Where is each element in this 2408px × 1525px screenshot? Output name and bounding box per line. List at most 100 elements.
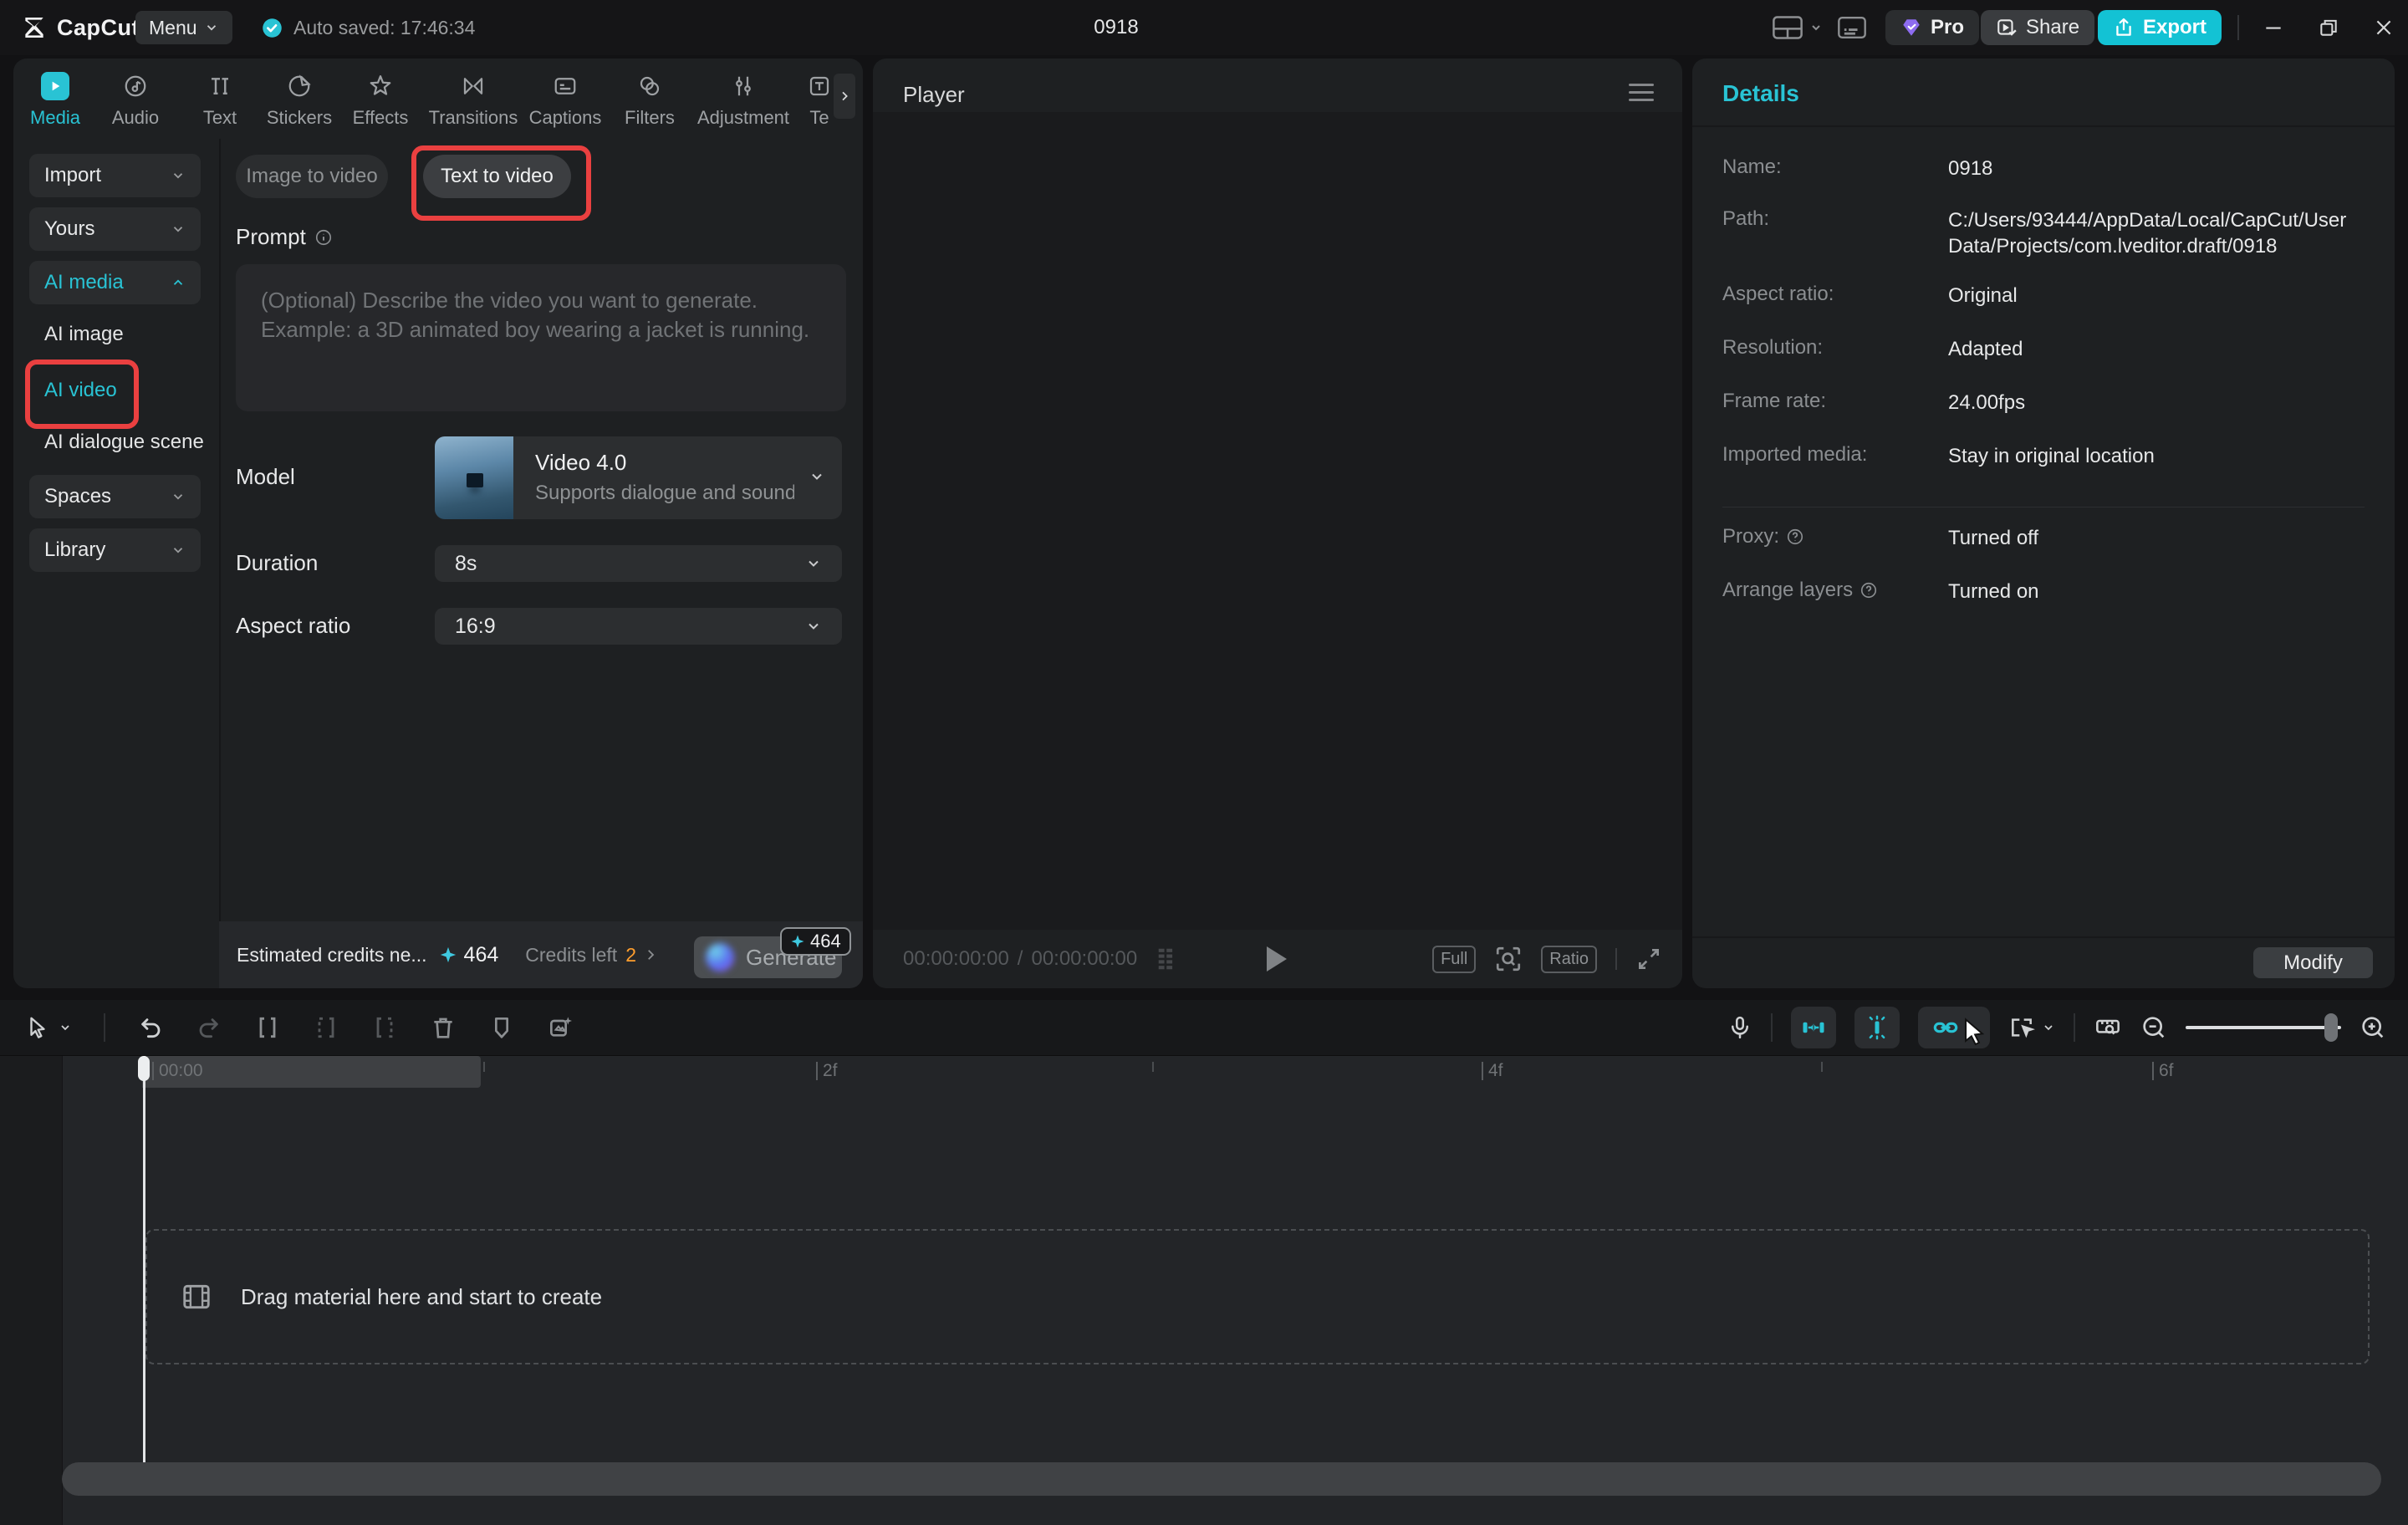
details-header-divider (1692, 125, 2395, 127)
zoom-in-icon[interactable] (2360, 1014, 2386, 1041)
timeline-horizontal-scrollbar[interactable] (62, 1462, 2381, 1496)
stickers-icon (287, 72, 312, 100)
tab-filters[interactable]: Filters (599, 72, 700, 129)
autosave-text: Auto saved: 17:46:34 (293, 17, 475, 39)
captions-icon (553, 72, 578, 100)
modify-button[interactable]: Modify (2253, 947, 2373, 978)
frame-preview-icon[interactable] (1155, 946, 1183, 972)
microphone-icon[interactable] (1727, 1013, 1752, 1042)
preview-zoom-icon[interactable] (1494, 945, 1523, 973)
prompt-input[interactable] (236, 264, 846, 411)
pro-gem-icon (1900, 17, 1922, 38)
aspect-ratio-value: 16:9 (455, 615, 496, 639)
credits-left-label[interactable]: Credits left (525, 944, 617, 967)
fullscreen-icon[interactable] (1635, 946, 1662, 972)
fit-timeline-icon[interactable] (2094, 1014, 2122, 1041)
tab-transitions[interactable]: Transitions (423, 72, 523, 129)
delete-right-icon[interactable] (371, 1014, 398, 1041)
overlay-ai-icon[interactable] (547, 1014, 574, 1041)
mouse-cursor (1960, 1017, 1988, 1048)
menu-button[interactable]: Menu (135, 11, 232, 44)
audio-icon (123, 72, 148, 100)
sidebar-item-library[interactable]: Library (29, 528, 201, 572)
title-bar: CapCut Menu Auto saved: 17:46:34 0918 (0, 0, 2408, 55)
select-cursor-icon[interactable] (25, 1014, 72, 1041)
model-select[interactable]: Video 4.0 Supports dialogue and sound ..… (435, 436, 842, 519)
ratio-button[interactable]: Ratio (1541, 946, 1597, 973)
help-icon[interactable] (1860, 581, 1878, 599)
chevron-right-icon[interactable] (643, 947, 658, 962)
restore-button[interactable] (2314, 0, 2343, 55)
detail-row-path: Path: C:/Users/93444/AppData/Local/CapCu… (1722, 207, 2373, 259)
minimize-button[interactable] (2259, 0, 2288, 55)
timecode-total: 00:00:00:00 (1031, 947, 1137, 971)
play-button[interactable] (1267, 946, 1287, 972)
text-icon (207, 72, 232, 100)
aspect-ratio-select[interactable]: 16:9 (435, 608, 842, 645)
zoom-out-icon[interactable] (2140, 1014, 2167, 1041)
prompt-label: Prompt (236, 224, 306, 250)
delete-icon[interactable] (430, 1014, 457, 1041)
share-icon (1996, 17, 2018, 38)
project-title: 0918 (1037, 0, 1196, 55)
mode-tab-image-to-video[interactable]: Image to video (236, 155, 388, 198)
share-button[interactable]: Share (1981, 10, 2094, 45)
annotation-box-ai-video (25, 360, 139, 429)
timeline-zoom-slider[interactable] (2186, 1013, 2341, 1042)
autosave-status: Auto saved: 17:46:34 (261, 0, 475, 55)
library-tab-strip: Media Audio Text Stickers (13, 59, 833, 145)
cursor-mode-icon[interactable] (2008, 1014, 2055, 1041)
layout-switch-icon[interactable] (1773, 0, 1803, 55)
layout-chevron-icon[interactable] (1809, 0, 1823, 55)
pro-button-wrap: Pro (1885, 0, 1979, 55)
sidebar-item-import[interactable]: Import (29, 154, 201, 197)
toolbar-divider (2074, 1013, 2075, 1042)
autosave-check-icon (261, 17, 283, 39)
delete-left-icon[interactable] (313, 1014, 339, 1041)
preview-axis-toggle-icon[interactable] (1854, 1007, 1900, 1048)
timeline-dropzone[interactable]: Drag material here and start to create (145, 1229, 2370, 1364)
toolbar-left-group (25, 1000, 574, 1055)
panel-toggle-icon[interactable] (1838, 0, 1866, 55)
app-name: CapCut (57, 15, 140, 41)
chevron-down-icon (809, 468, 825, 485)
undo-icon[interactable] (137, 1014, 164, 1041)
duration-select[interactable]: 8s (435, 545, 842, 582)
tab-templates-clipped[interactable]: Te (769, 72, 833, 129)
details-title: Details (1722, 80, 1799, 107)
sidebar-content-divider (219, 139, 221, 921)
tab-overflow-button[interactable] (834, 74, 855, 119)
tab-effects[interactable]: Effects (330, 72, 431, 129)
player-title: Player (903, 82, 965, 108)
help-icon[interactable] (1786, 528, 1804, 546)
chevron-down-icon (805, 555, 822, 572)
ruler-mark: 00:00 (152, 1062, 203, 1080)
ruler-mark: 6f (2152, 1062, 2174, 1080)
close-button[interactable] (2370, 0, 2398, 55)
pro-button[interactable]: Pro (1885, 10, 1979, 45)
zoom-slider-handle[interactable] (2324, 1013, 2338, 1042)
snap-toggle-icon[interactable] (1791, 1007, 1836, 1048)
playhead-handle[interactable] (138, 1056, 150, 1081)
timeline-toolbar (0, 1000, 2408, 1055)
redo-icon[interactable] (196, 1014, 222, 1041)
full-quality-button[interactable]: Full (1432, 946, 1476, 973)
timeline-area[interactable]: 00:00 2f 4f 6f Drag material here and st… (0, 1055, 2408, 1525)
player-menu-icon[interactable] (1629, 84, 1654, 101)
sidebar-item-yours[interactable]: Yours (29, 207, 201, 251)
ruler-tick (1152, 1062, 1154, 1072)
split-icon[interactable] (254, 1014, 281, 1041)
sidebar-item-ai-image[interactable]: AI image (44, 316, 124, 353)
sidebar-item-ai-media[interactable]: AI media (29, 261, 201, 304)
mask-icon[interactable] (488, 1014, 515, 1041)
playhead-line[interactable] (143, 1056, 145, 1462)
sidebar-item-ai-dialogue-scene[interactable]: AI dialogue scene (44, 424, 204, 461)
ruler-mark: 2f (816, 1062, 838, 1080)
credits-left-value[interactable]: 2 (625, 944, 636, 967)
track-header-gutter (0, 1056, 63, 1525)
sidebar-item-spaces[interactable]: Spaces (29, 475, 201, 518)
model-description: Supports dialogue and sound ... (535, 482, 794, 505)
export-button[interactable]: Export (2098, 10, 2222, 45)
detail-row-frame-rate: Frame rate: 24.00fps (1722, 390, 2373, 416)
info-icon[interactable] (314, 228, 333, 247)
